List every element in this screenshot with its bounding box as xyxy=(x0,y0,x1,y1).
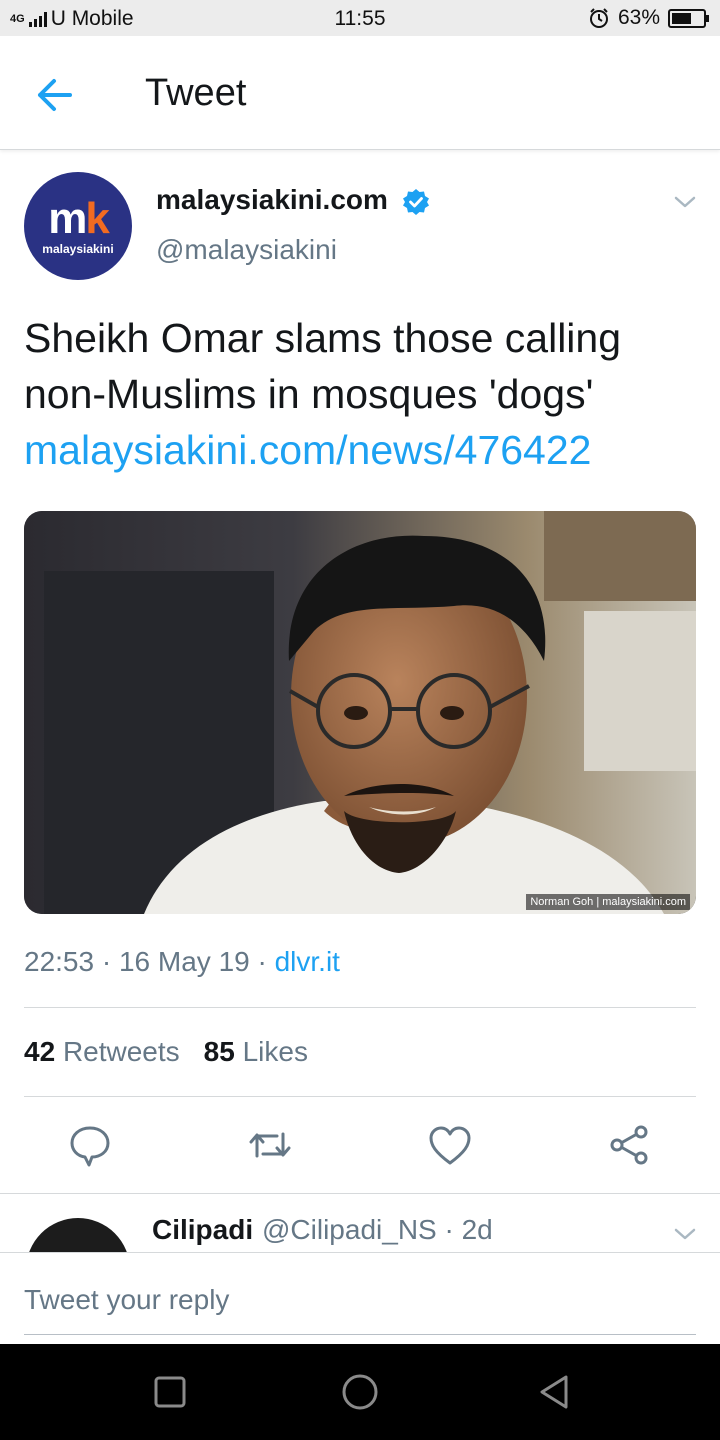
retweets-count: 42 xyxy=(24,1036,56,1067)
system-nav-bar xyxy=(0,1344,720,1440)
tweet-time: 22:53 xyxy=(24,946,95,977)
reply-tweet[interactable]: Cilipadi @Cilipadi_NS · 2d xyxy=(0,1194,720,1252)
reply-icon xyxy=(70,1126,110,1167)
battery-icon xyxy=(668,8,709,28)
reply-input[interactable] xyxy=(24,1279,696,1335)
page-title: Tweet xyxy=(145,72,247,114)
alarm-icon xyxy=(589,8,608,28)
like-icon xyxy=(429,1126,471,1165)
likes-stat[interactable]: 85 Likes xyxy=(204,1036,308,1068)
nav-back-button[interactable] xyxy=(534,1372,574,1412)
nav-home-icon xyxy=(342,1374,378,1410)
retweet-icon xyxy=(249,1132,291,1158)
tweet-text: Sheikh Omar slams those calling non-Musl… xyxy=(24,310,704,478)
photo-image xyxy=(24,511,696,914)
author-handle[interactable]: @malaysiakini xyxy=(156,234,337,266)
nav-recents-button[interactable] xyxy=(150,1372,190,1412)
divider xyxy=(24,1007,696,1008)
author-avatar[interactable]: mk malaysiakini xyxy=(24,172,132,280)
nav-home-button[interactable] xyxy=(340,1372,380,1412)
avatar-logo-text: malaysiakini xyxy=(42,242,114,256)
meta-separator: · xyxy=(101,946,119,977)
reply-composer xyxy=(0,1252,720,1344)
nav-recents-icon xyxy=(154,1376,186,1408)
share-button[interactable] xyxy=(605,1122,655,1168)
chevron-down-icon[interactable] xyxy=(672,192,698,212)
battery-fill xyxy=(672,12,691,24)
verified-badge-icon xyxy=(403,189,429,215)
tweet-meta: 22:53 · 16 May 19 · dlvr.it xyxy=(24,946,340,978)
tweet-photo[interactable]: Norman Goh | malaysiakini.com xyxy=(24,511,696,914)
status-bar: 4G U Mobile 11:55 63% xyxy=(0,0,720,36)
battery-percent: 63% xyxy=(617,6,660,29)
app-header: Tweet xyxy=(0,36,720,150)
likes-count: 85 xyxy=(203,1036,235,1067)
reply-avatar[interactable] xyxy=(26,1218,130,1252)
back-arrow-icon xyxy=(38,79,72,111)
divider xyxy=(24,1096,696,1097)
chevron-down-icon[interactable] xyxy=(672,1224,698,1244)
nav-back-icon xyxy=(540,1375,568,1409)
meta-separator: · xyxy=(257,946,275,977)
tweet-date: 16 May 19 xyxy=(118,946,250,977)
tweet-stats: 42 Retweets 85 Likes xyxy=(24,1036,308,1068)
likes-label: Likes xyxy=(242,1036,308,1067)
retweet-button[interactable] xyxy=(245,1122,295,1168)
author-display-name[interactable]: malaysiakini.com xyxy=(156,184,388,216)
tweet-source-link[interactable]: dlvr.it xyxy=(275,946,340,977)
back-button[interactable] xyxy=(30,72,82,118)
like-button[interactable] xyxy=(425,1122,475,1168)
retweets-label: Retweets xyxy=(62,1036,180,1067)
status-right: 63% xyxy=(588,6,709,30)
reply-button[interactable] xyxy=(65,1122,115,1168)
share-icon xyxy=(610,1125,648,1165)
reply-author-name[interactable]: Cilipadi xyxy=(152,1214,253,1246)
avatar-logo: mk xyxy=(48,194,110,243)
retweets-stat[interactable]: 42 Retweets xyxy=(24,1036,180,1068)
reply-handle-time: @Cilipadi_NS · 2d xyxy=(262,1214,493,1245)
photo-credit: Norman Goh | malaysiakini.com xyxy=(526,894,690,910)
tweet-body: Sheikh Omar slams those calling non-Musl… xyxy=(24,315,622,417)
tweet-link[interactable]: malaysiakini.com/news/476422 xyxy=(24,422,704,478)
